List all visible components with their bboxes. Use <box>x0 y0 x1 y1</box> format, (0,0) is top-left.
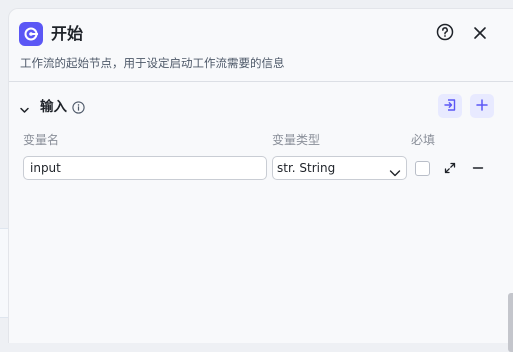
panel-description: 工作流的起始节点，用于设定启动工作流需要的信息 <box>20 56 285 70</box>
column-header-required: 必填 <box>411 133 436 147</box>
help-circle-icon <box>436 23 454 45</box>
close-icon <box>473 25 487 44</box>
plus-icon <box>475 97 489 116</box>
remove-variable-button[interactable] <box>470 160 486 176</box>
panel-scrollbar[interactable] <box>508 293 513 352</box>
minus-icon <box>472 159 484 178</box>
start-node-icon <box>19 22 43 46</box>
info-icon[interactable] <box>72 99 85 118</box>
import-icon <box>443 97 457 116</box>
input-section-header: 输入 <box>9 93 513 123</box>
section-title: 输入 <box>40 99 67 115</box>
expand-icon <box>444 159 456 178</box>
variable-name-input[interactable] <box>23 156 267 180</box>
background-canvas-edge <box>0 228 8 318</box>
close-button[interactable] <box>469 23 491 45</box>
column-header-type: 变量类型 <box>272 133 321 147</box>
add-variable-button[interactable] <box>470 94 494 118</box>
variable-type-select[interactable]: str. String <box>272 156 407 180</box>
panel-header: 开始 工作流的起始节点，用于设定启动工作流需要的信息 <box>9 9 513 82</box>
import-variable-button[interactable] <box>438 94 462 118</box>
chevron-down-icon <box>389 163 401 185</box>
expand-button[interactable] <box>442 160 458 176</box>
chevron-down-icon[interactable] <box>19 101 30 120</box>
node-settings-panel: 开始 工作流的起始节点，用于设定启动工作流需要的信息 输入 变量名 变量类型 必… <box>8 8 513 352</box>
help-button[interactable] <box>434 23 456 45</box>
panel-title: 开始 <box>51 24 84 43</box>
required-checkbox[interactable] <box>415 161 430 176</box>
column-header-name: 变量名 <box>23 133 60 147</box>
variable-type-value: str. String <box>277 161 336 175</box>
